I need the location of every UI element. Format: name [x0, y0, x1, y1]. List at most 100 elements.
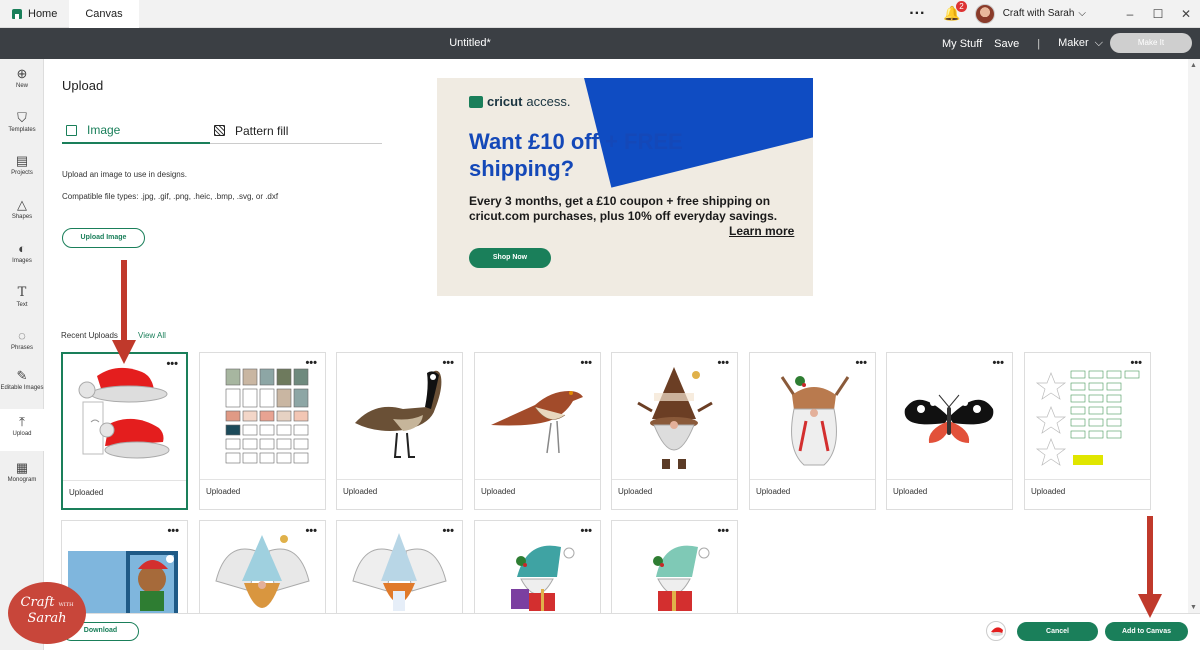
- rail-item-images[interactable]: ◐ Images: [0, 241, 44, 265]
- machine-label: Maker: [1058, 37, 1089, 49]
- chevron-down-icon: ⌵: [1094, 37, 1103, 49]
- upload-card[interactable]: •••: [474, 520, 601, 620]
- lightbulb-icon: ◐: [18, 241, 26, 256]
- cricut-access-logo: cricut access.: [469, 94, 570, 109]
- rail-item-upload[interactable]: ⤒ Upload: [0, 409, 44, 451]
- make-it-button[interactable]: Make It: [1110, 33, 1192, 53]
- machine-select[interactable]: Maker ⌵: [1058, 37, 1103, 50]
- thumb-angel-gnome-blonde: [206, 531, 319, 616]
- rail-item-projects[interactable]: ▤ Projects: [0, 153, 44, 177]
- thumb-angel-gnome-red: [343, 531, 456, 616]
- shop-now-button[interactable]: Shop Now: [469, 248, 551, 268]
- thumb-thrasher-bird: [481, 363, 594, 475]
- upload-card[interactable]: ••• Uploaded: [336, 352, 463, 510]
- cancel-button[interactable]: Cancel: [1017, 622, 1098, 641]
- thumb-gnome-presents: [481, 531, 594, 616]
- scrollbar[interactable]: [1188, 59, 1200, 613]
- home-label: Home: [28, 7, 58, 20]
- document-title[interactable]: Untitled*: [0, 37, 940, 49]
- upload-card[interactable]: •••: [199, 520, 326, 620]
- canvas-tab-label: Canvas: [85, 7, 123, 20]
- tab-pattern-fill[interactable]: Pattern fill: [210, 118, 382, 144]
- file-types-text: Compatible file types: .jpg, .gif, .png,…: [62, 192, 279, 201]
- upload-card[interactable]: ••• Uploaded: [886, 352, 1013, 510]
- rail-item-text[interactable]: T Text: [0, 285, 44, 309]
- upload-card[interactable]: ••• Uploaded: [199, 352, 326, 510]
- upload-card[interactable]: ••• Uploaded: [1024, 352, 1151, 510]
- selected-image-thumbnail: [986, 621, 1006, 641]
- card-caption: Uploaded: [206, 487, 241, 496]
- shapes-icon: △: [17, 197, 27, 212]
- monogram-icon: ▦: [15, 460, 29, 475]
- notifications-bell-icon[interactable]: 🔔 2: [943, 1, 967, 22]
- upload-card[interactable]: ••• Uploaded: [61, 352, 188, 510]
- recent-uploads-label: Recent Uploads: [61, 331, 118, 340]
- upload-card[interactable]: ••• Uploaded: [474, 352, 601, 510]
- thumb-tiger-moth: [893, 363, 1006, 475]
- annotation-arrow-icon: [112, 260, 136, 364]
- card-caption: Uploaded: [618, 487, 653, 496]
- learn-more-link[interactable]: Learn more: [729, 224, 794, 238]
- thumb-gnome-holly-present: [618, 531, 731, 616]
- header-separator: |: [1037, 37, 1041, 50]
- rail-item-templates[interactable]: ⛉ Templates: [0, 110, 44, 134]
- card-caption: Uploaded: [69, 488, 104, 497]
- chevron-down-icon[interactable]: ⌵: [1078, 8, 1086, 19]
- app-header: Untitled* My Stuff Save | Maker ⌵ Make I…: [0, 28, 1200, 59]
- home-tab[interactable]: Home: [0, 0, 69, 28]
- upload-card[interactable]: ••• Uploaded: [611, 352, 738, 510]
- view-all-link[interactable]: View All: [138, 331, 166, 340]
- title-bar: Home Canvas ··· 🔔 2 Craft with Sarah ⌵ – …: [0, 0, 1200, 28]
- panel-title: Upload: [62, 78, 104, 93]
- speech-bubble-icon: ◌: [18, 328, 26, 343]
- ad-body: Every 3 months, get a £10 coupon + free …: [469, 194, 778, 223]
- minimize-button[interactable]: –: [1116, 7, 1144, 21]
- document-icon: ▤: [15, 153, 29, 168]
- notification-badge: 2: [956, 1, 967, 12]
- rail-item-shapes[interactable]: △ Shapes: [0, 197, 44, 221]
- rail-item-phrases[interactable]: ◌ Phrases: [0, 328, 44, 352]
- add-to-canvas-button[interactable]: Add to Canvas: [1105, 622, 1188, 641]
- upload-icon: ⤒: [19, 414, 25, 429]
- upload-description: Upload an image to use in designs.: [62, 170, 187, 179]
- scroll-up-icon[interactable]: ▲: [1190, 62, 1197, 69]
- tab-image-label: Image: [87, 123, 121, 137]
- upload-card[interactable]: •••: [336, 520, 463, 620]
- thumb-santa-hats: [69, 364, 182, 476]
- upload-image-button[interactable]: Upload Image: [62, 228, 145, 248]
- edit-image-icon: ✎: [16, 368, 28, 383]
- cricut-logo-icon: [469, 95, 483, 108]
- annotation-arrow-icon: [1138, 516, 1162, 618]
- left-toolbar: ⊕ New ⛉ Templates ▤ Projects △ Shapes ◐ Image…: [0, 59, 44, 650]
- save-link[interactable]: Save: [994, 38, 1019, 50]
- rail-item-editable-images[interactable]: ✎ Editable Images: [0, 368, 44, 392]
- thumb-reindeer-gnome-brown: [618, 363, 731, 475]
- close-window-button[interactable]: ✕: [1172, 7, 1200, 21]
- rail-item-monogram[interactable]: ▦ Monogram: [0, 460, 44, 484]
- card-caption: Uploaded: [893, 487, 928, 496]
- avatar[interactable]: [974, 3, 995, 24]
- thumb-christmas-bear-card: [68, 531, 181, 616]
- canvas-tab[interactable]: Canvas: [69, 0, 139, 28]
- more-options-icon[interactable]: ···: [909, 5, 925, 22]
- scroll-down-icon[interactable]: ▼: [1190, 604, 1197, 611]
- maximize-button[interactable]: ☐: [1144, 7, 1172, 21]
- thumb-goose: [343, 363, 456, 475]
- rail-item-new[interactable]: ⊕ New: [0, 66, 44, 90]
- card-caption: Uploaded: [481, 487, 516, 496]
- home-icon: [12, 8, 22, 19]
- user-name[interactable]: Craft with Sarah: [1003, 8, 1075, 19]
- craft-with-sarah-logo: Craft WITH Sarah: [8, 582, 86, 644]
- thumb-pattern-labels: [206, 363, 319, 475]
- shirt-icon: ⛉: [17, 110, 27, 125]
- text-icon: T: [17, 285, 27, 300]
- tab-image[interactable]: Image: [62, 118, 210, 144]
- upload-card[interactable]: •••: [611, 520, 738, 620]
- image-icon: [66, 124, 77, 136]
- cricut-access-ad[interactable]: cricut access. Want £10 off + FREE shippi…: [437, 78, 813, 296]
- card-caption: Uploaded: [756, 487, 791, 496]
- plus-circle-icon: ⊕: [16, 66, 28, 81]
- thumb-star-stencil-sheet: [1031, 363, 1144, 475]
- upload-card[interactable]: ••• Uploaded: [749, 352, 876, 510]
- my-stuff-link[interactable]: My Stuff: [942, 38, 982, 50]
